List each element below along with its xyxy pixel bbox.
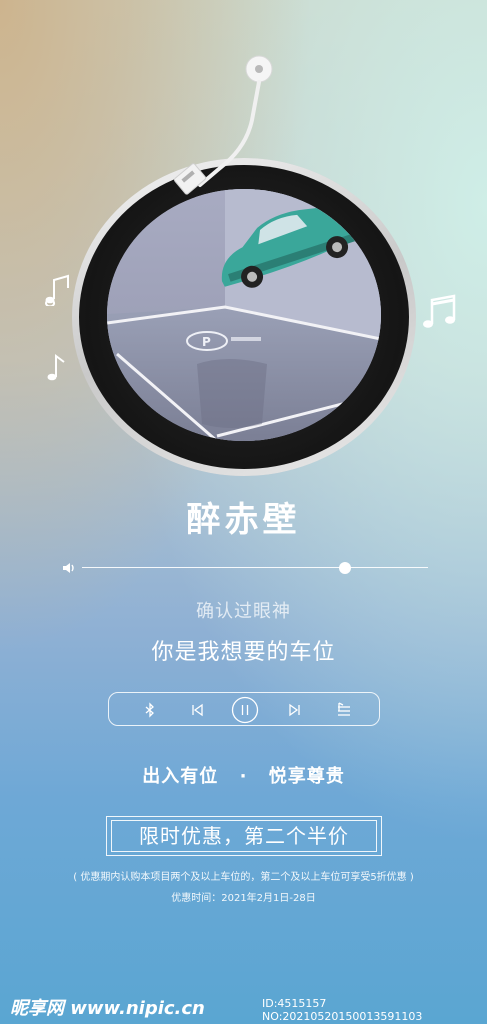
- promo-box: 限时优惠，第二个半价: [106, 816, 382, 856]
- volume-icon[interactable]: [61, 560, 77, 576]
- watermark-id: ID:4515157 NO:20210520150013591103: [262, 997, 423, 1023]
- parking-scene-illustration: P: [107, 189, 381, 441]
- slogan-left: 出入有位: [142, 766, 219, 787]
- song-title: 醉赤壁: [186, 500, 301, 540]
- pause-icon: [231, 696, 259, 724]
- promo-headline: 限时优惠，第二个半价: [139, 824, 349, 848]
- music-notes-icon: [423, 294, 456, 328]
- svg-text:P: P: [202, 335, 211, 349]
- slogan-separator: ·: [239, 766, 248, 787]
- promo-time: 优惠时间：2021年2月1日-28日: [171, 893, 316, 904]
- bluetooth-icon: [145, 702, 154, 718]
- player-controls: [108, 692, 380, 726]
- music-note-icon: [45, 274, 69, 306]
- slogan-right: 悦享尊贵: [268, 766, 345, 787]
- playlist-icon: [338, 702, 350, 716]
- tonearm: [173, 55, 273, 195]
- album-art: P: [107, 189, 381, 441]
- bluetooth-button[interactable]: [135, 693, 165, 727]
- watermark-site: 昵享网 www.nipic.cn: [10, 998, 205, 1019]
- volume-slider-track[interactable]: [82, 567, 428, 568]
- promo-note: ( 优惠期内认购本项目两个及以上车位的，第二个及以上车位可享受5折优惠 ): [73, 872, 414, 883]
- playlist-button[interactable]: [329, 693, 359, 727]
- slogan: 出入有位 · 悦享尊贵: [0, 762, 487, 788]
- lyric-line-2: 你是我想要的车位: [151, 640, 336, 665]
- previous-icon: [192, 703, 203, 717]
- lyric-line-1: 确认过眼神: [196, 601, 291, 622]
- next-button[interactable]: [280, 693, 310, 727]
- volume-slider-knob[interactable]: [338, 562, 351, 574]
- pause-button[interactable]: [230, 693, 260, 727]
- music-note-small-icon: [47, 354, 65, 381]
- next-icon: [289, 703, 300, 717]
- previous-button[interactable]: [182, 693, 212, 727]
